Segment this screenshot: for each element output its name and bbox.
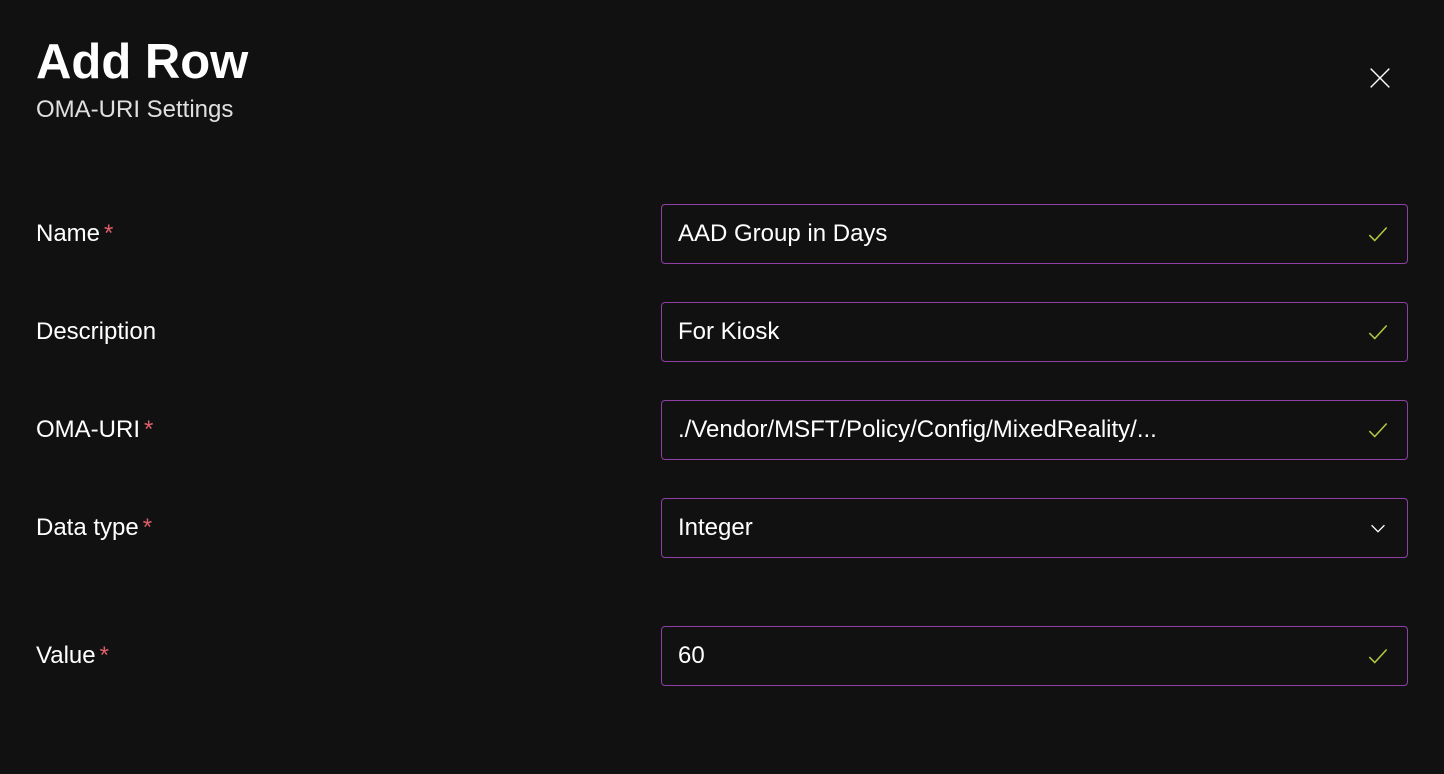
- page-subtitle: OMA-URI Settings: [36, 96, 248, 124]
- required-asterisk: *: [144, 416, 153, 443]
- description-input[interactable]: For Kiosk: [661, 302, 1408, 362]
- data-type-value: Integer: [678, 514, 1353, 542]
- required-asterisk: *: [143, 514, 152, 541]
- name-input-value: AAD Group in Days: [678, 220, 1353, 248]
- required-asterisk: *: [104, 220, 113, 247]
- value-input[interactable]: 60: [661, 626, 1408, 686]
- check-icon: [1365, 643, 1391, 669]
- row-value: Value* 60: [36, 626, 1408, 686]
- label-name-text: Name: [36, 220, 100, 247]
- check-icon: [1365, 221, 1391, 247]
- label-value-text: Value: [36, 642, 96, 669]
- data-type-select[interactable]: Integer: [661, 498, 1408, 558]
- label-data-type: Data type*: [36, 514, 661, 542]
- row-oma-uri: OMA-URI* ./Vendor/MSFT/Policy/Config/Mix…: [36, 400, 1408, 460]
- row-data-type: Data type* Integer: [36, 498, 1408, 558]
- check-icon: [1365, 417, 1391, 443]
- label-oma-uri: OMA-URI*: [36, 416, 661, 444]
- required-asterisk: *: [100, 642, 109, 669]
- value-input-value: 60: [678, 642, 1353, 670]
- panel-header: Add Row OMA-URI Settings: [36, 36, 1408, 124]
- label-value: Value*: [36, 642, 661, 670]
- label-description: Description: [36, 318, 661, 346]
- check-icon: [1365, 319, 1391, 345]
- name-input[interactable]: AAD Group in Days: [661, 204, 1408, 264]
- description-input-value: For Kiosk: [678, 318, 1353, 346]
- close-icon: [1366, 64, 1394, 92]
- row-description: Description For Kiosk: [36, 302, 1408, 362]
- page-title: Add Row: [36, 36, 248, 90]
- close-button[interactable]: [1366, 64, 1394, 92]
- titles: Add Row OMA-URI Settings: [36, 36, 248, 124]
- oma-uri-input[interactable]: ./Vendor/MSFT/Policy/Config/MixedReality…: [661, 400, 1408, 460]
- row-name: Name* AAD Group in Days: [36, 204, 1408, 264]
- oma-uri-input-value: ./Vendor/MSFT/Policy/Config/MixedReality…: [678, 416, 1353, 444]
- label-oma-uri-text: OMA-URI: [36, 416, 140, 443]
- label-data-type-text: Data type: [36, 514, 139, 541]
- label-name: Name*: [36, 220, 661, 248]
- label-description-text: Description: [36, 318, 156, 345]
- chevron-down-icon: [1365, 515, 1391, 541]
